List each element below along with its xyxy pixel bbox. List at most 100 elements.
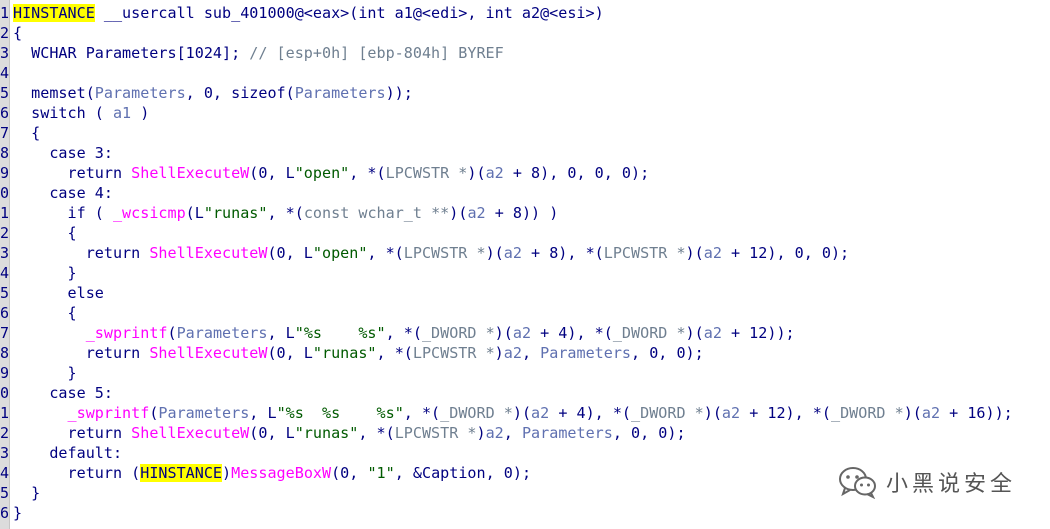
code-text[interactable]: WCHAR Parameters[1024]; // [esp+0h] [ebp… (13, 43, 504, 63)
code-token: + 16)); (940, 404, 1013, 422)
code-token: { (13, 24, 23, 42)
code-token: a2 (467, 204, 486, 222)
code-line[interactable]: 18 return ShellExecuteW(0, L"runas", *(L… (0, 343, 1050, 363)
code-token: (0, (331, 464, 368, 482)
code-token: )); (385, 84, 413, 102)
code-text[interactable]: memset(Parameters, 0, sizeof(Parameters)… (13, 83, 413, 103)
code-token: else (13, 284, 104, 302)
code-token: ( (167, 324, 177, 342)
code-token: __usercall sub_401000@<eax>(int a1@<edi>… (94, 4, 604, 22)
pseudocode-view[interactable]: 1 HINSTANCE __usercall sub_401000@<eax>(i… (0, 0, 1050, 529)
code-text[interactable]: { (13, 303, 77, 323)
code-token: )( (685, 324, 704, 342)
line-number: 23 (0, 444, 9, 462)
code-token: ) (131, 104, 150, 122)
code-line[interactable]: 14 } (0, 263, 1050, 283)
code-text[interactable]: if ( _wcsicmp(L"runas", *(const wchar_t … (13, 203, 559, 223)
code-text[interactable]: return ShellExecuteW(0, L"open", *(LPCWS… (13, 243, 849, 263)
line-number: 13 (0, 244, 9, 262)
code-text[interactable]: case 4: (13, 183, 113, 203)
code-line[interactable]: 4 (0, 63, 1050, 83)
code-token: a1 (112, 104, 132, 122)
code-text[interactable]: return ShellExecuteW(0, L"open", *(LPCWS… (13, 163, 650, 183)
code-token: )( (485, 244, 504, 262)
code-text[interactable]: { (13, 223, 77, 243)
code-text[interactable]: switch ( a1 ) (13, 103, 149, 123)
code-text[interactable]: { (13, 123, 40, 143)
code-text[interactable]: case 5: (13, 383, 113, 403)
code-token: _DWORD * (440, 404, 513, 422)
code-line[interactable]: 13 return ShellExecuteW(0, L"open", *(LP… (0, 243, 1050, 263)
code-token: , *( (385, 324, 422, 342)
code-line[interactable]: 6 switch ( a1 ) (0, 103, 1050, 123)
code-text[interactable]: case 3: (13, 143, 113, 163)
code-text[interactable]: return (HINSTANCE)MessageBoxW(0, "1", &C… (13, 463, 531, 483)
code-text[interactable]: } (13, 263, 77, 283)
code-token: ShellExecuteW (131, 164, 250, 182)
code-text[interactable]: _swprintf(Parameters, L"%s %s", *(_DWORD… (13, 323, 795, 343)
code-line[interactable]: 19 } (0, 363, 1050, 383)
code-line[interactable]: 16 { (0, 303, 1050, 323)
code-text[interactable]: return ShellExecuteW(0, L"runas", *(LPCW… (13, 343, 704, 363)
code-token: )( (512, 404, 532, 422)
line-number: 3 (0, 44, 9, 62)
code-token: case 5: (13, 384, 113, 402)
code-token: + 12)); (721, 324, 795, 342)
line-number: 24 (0, 464, 9, 482)
code-line[interactable]: 22 return ShellExecuteW(0, L"runas", *(L… (0, 423, 1050, 443)
code-token: + 12), *( (740, 404, 831, 422)
code-line[interactable]: 20 case 5: (0, 383, 1050, 403)
line-number: 21 (0, 404, 9, 422)
code-text[interactable]: } (13, 483, 40, 503)
code-line[interactable]: 12 { (0, 223, 1050, 243)
code-token: (0, L (249, 164, 295, 182)
code-line[interactable]: 10 case 4: (0, 183, 1050, 203)
line-number: 8 (0, 144, 9, 162)
line-number: 2 (0, 24, 9, 42)
code-token: return (13, 244, 150, 262)
code-token: _wcsicmp (112, 204, 186, 222)
code-token: } (13, 364, 77, 382)
code-line[interactable]: 26} (0, 503, 1050, 523)
code-text[interactable]: else (13, 283, 104, 303)
line-number: 19 (0, 364, 9, 382)
code-token: "%s %s %s" (276, 404, 404, 422)
code-line[interactable]: 3 WCHAR Parameters[1024]; // [esp+0h] [e… (0, 43, 1050, 63)
code-line[interactable]: 5 memset(Parameters, 0, sizeof(Parameter… (0, 83, 1050, 103)
code-text[interactable]: HINSTANCE __usercall sub_401000@<eax>(in… (13, 3, 604, 23)
code-token: { (13, 124, 41, 142)
code-line[interactable]: 8 case 3: (0, 143, 1050, 163)
code-line[interactable]: 7 { (0, 123, 1050, 143)
code-line[interactable]: 21 _swprintf(Parameters, L"%s %s %s", *(… (0, 403, 1050, 423)
code-text[interactable]: } (13, 363, 77, 383)
code-token: return (13, 424, 132, 442)
code-token: , *( (349, 164, 386, 182)
code-line[interactable]: 1 HINSTANCE __usercall sub_401000@<eax>(i… (0, 3, 1050, 23)
code-text[interactable]: return ShellExecuteW(0, L"runas", *(LPCW… (13, 423, 686, 443)
code-text[interactable]: default: (13, 443, 122, 463)
code-line[interactable]: 2{ (0, 23, 1050, 43)
line-number: 14 (0, 264, 9, 282)
code-area[interactable]: 1 HINSTANCE __usercall sub_401000@<eax>(i… (0, 3, 1050, 523)
line-number: 17 (0, 324, 9, 342)
code-token: case 3: (13, 144, 113, 162)
code-text[interactable]: _swprintf(Parameters, L"%s %s %s", *(_DW… (13, 403, 1013, 423)
code-token: , *( (358, 424, 395, 442)
code-line[interactable]: 11 if ( _wcsicmp(L"runas", *(const wchar… (0, 203, 1050, 223)
code-text[interactable]: { (13, 23, 22, 43)
code-token: a2 (531, 404, 550, 422)
code-token: )( (685, 244, 704, 262)
code-token: LPCWSTR * (394, 424, 477, 442)
code-line[interactable]: 23 default: (0, 443, 1050, 463)
code-token: a2 (503, 244, 522, 262)
code-line[interactable]: 9 return ShellExecuteW(0, L"open", *(LPC… (0, 163, 1050, 183)
line-number: 1 (0, 4, 9, 22)
code-line[interactable]: 17 _swprintf(Parameters, L"%s %s", *(_DW… (0, 323, 1050, 343)
code-line[interactable]: 15 else (0, 283, 1050, 303)
code-token: switch ( (13, 104, 113, 122)
line-number: 16 (0, 304, 9, 322)
code-text[interactable]: } (13, 503, 22, 523)
code-token: Parameters (294, 84, 386, 102)
code-token: a2 (721, 404, 741, 422)
